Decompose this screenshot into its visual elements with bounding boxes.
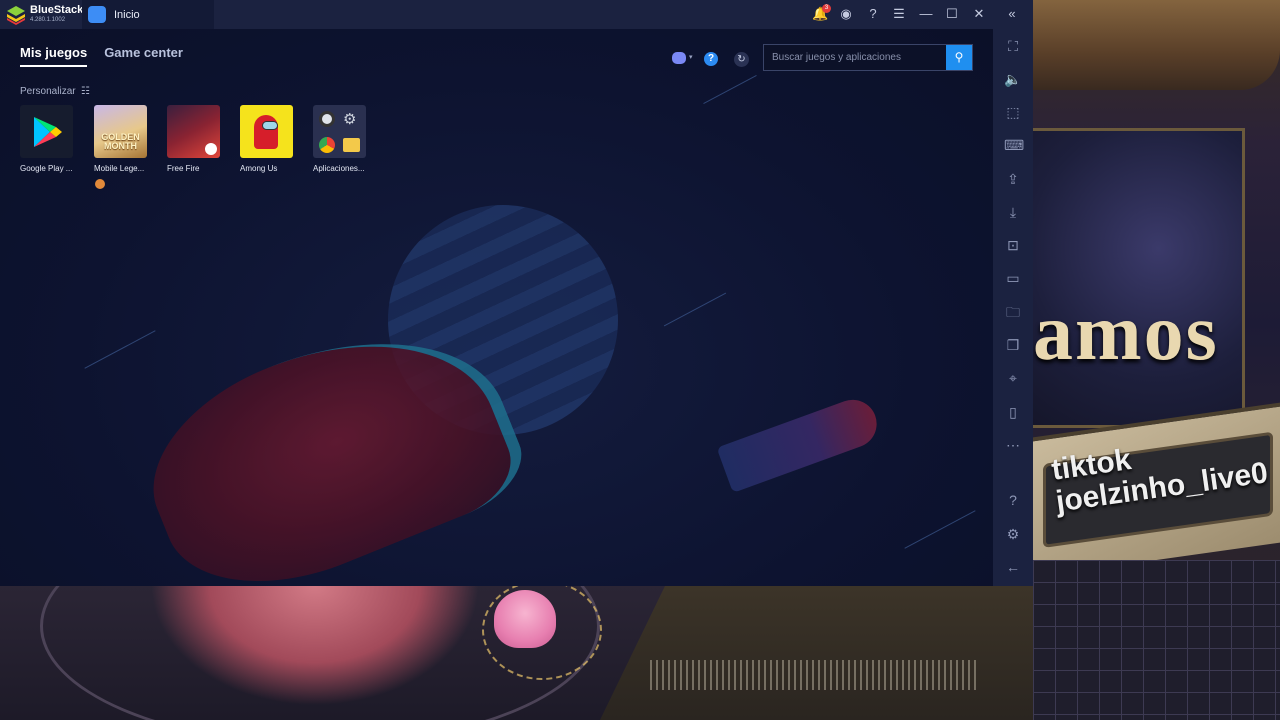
stream-overlay-right: amos tiktok joelzinho_live0 <box>1033 0 1280 720</box>
update-badge <box>95 179 105 189</box>
notification-badge: 3 <box>822 4 831 13</box>
minimize-icon[interactable]: — <box>918 6 934 22</box>
chevron-down-icon[interactable]: ▾ <box>689 53 693 61</box>
media-import-icon[interactable]: ⤓ <box>1004 203 1022 221</box>
cursor-icon[interactable]: ⬚ <box>1004 103 1022 121</box>
keyboard-controls-icon[interactable]: ⌨ <box>1004 136 1024 154</box>
search-input[interactable] <box>764 45 946 70</box>
bluestacks-window: BlueStacks 4.280.1.1002 Inicio 🔔 3 ◉ ? ☰… <box>0 0 1033 586</box>
customize-icon[interactable]: ☷ <box>81 86 90 97</box>
grid-decoration <box>1033 560 1280 720</box>
close-icon[interactable]: ✕ <box>971 6 987 22</box>
system-apps-folder-icon: ⚙ <box>313 105 366 158</box>
tab-home-label: Inicio <box>114 9 140 21</box>
home-icon <box>88 6 106 23</box>
settings-icon[interactable]: ⚙ <box>1004 525 1022 543</box>
title-bar: BlueStacks 4.280.1.1002 Inicio 🔔 3 ◉ ? ☰… <box>0 0 1033 29</box>
nav-tabs: Mis juegos Game center <box>20 45 183 67</box>
tab-game-center[interactable]: Game center <box>104 45 183 67</box>
account-icon[interactable]: ◉ <box>838 6 854 22</box>
app-tile-google-play[interactable]: Google Play ... <box>20 105 75 173</box>
tentacles-decoration <box>150 586 480 706</box>
tab-my-games[interactable]: Mis juegos <box>20 45 88 67</box>
small-spaceship-art <box>716 393 884 493</box>
folder-icon[interactable]: 🗀 <box>1004 303 1022 321</box>
record-icon[interactable]: ▭ <box>1004 269 1022 287</box>
back-icon[interactable]: ← <box>1004 558 1022 576</box>
location-icon[interactable]: ⌖ <box>1004 369 1022 387</box>
app-label: Among Us <box>240 164 278 173</box>
app-label: Aplicaciones... <box>313 164 365 173</box>
refresh-icon[interactable]: ↻ <box>734 52 749 67</box>
among-us-icon <box>240 105 293 158</box>
free-fire-icon <box>167 105 220 158</box>
discord-icon[interactable] <box>672 52 686 64</box>
app-tile-free-fire[interactable]: Free Fire <box>167 105 222 173</box>
search-icon[interactable]: ⚲ <box>946 45 972 70</box>
tab-home[interactable]: Inicio <box>82 0 214 29</box>
multi-instance-icon[interactable]: ❐ <box>1004 336 1022 354</box>
maximize-icon[interactable]: ☐ <box>944 6 960 22</box>
install-apk-icon[interactable]: ⇪ <box>1004 170 1022 188</box>
fullscreen-icon[interactable]: ⛶ <box>1004 37 1022 55</box>
nebula-frame <box>1033 128 1245 428</box>
app-tile-system-apps[interactable]: ⚙ Aplicaciones... <box>313 105 368 173</box>
search-box: ⚲ <box>763 44 973 71</box>
customize-link[interactable]: Personalizar <box>20 86 76 97</box>
banner-text: GOLDEN MONTH <box>101 132 140 151</box>
help-icon[interactable]: ? <box>865 6 881 22</box>
app-tile-mobile-legends[interactable]: GOLDEN MONTH Mobile Lege... <box>94 105 149 189</box>
home-screen: Mis juegos Game center ▾ ? ↻ ⚲ Personali… <box>0 29 993 586</box>
audio-bars <box>650 660 980 690</box>
star-streak <box>84 330 156 369</box>
banner-word: amos <box>1033 289 1219 377</box>
scroll-decoration <box>1033 0 1280 90</box>
audio-panel <box>600 586 1033 720</box>
app-name: BlueStacks <box>30 4 90 16</box>
app-label: Free Fire <box>167 164 200 173</box>
star-streak <box>904 510 976 549</box>
app-label: Mobile Lege... <box>94 164 145 173</box>
star-streak <box>663 292 727 327</box>
mobile-legends-icon: GOLDEN MONTH <box>94 105 147 158</box>
stream-overlay-bottom <box>0 586 1033 720</box>
shake-icon[interactable]: ▯ <box>1004 403 1022 421</box>
octopus-mascot <box>494 590 556 648</box>
app-label: Google Play ... <box>20 164 73 173</box>
collapse-sidebar-icon[interactable]: « <box>1004 6 1020 22</box>
screenshot-icon[interactable]: ⊡ <box>1004 236 1022 254</box>
app-tile-among-us[interactable]: Among Us <box>240 105 295 173</box>
volume-icon[interactable]: 🔈 <box>1004 70 1022 88</box>
app-version: 4.280.1.1002 <box>30 17 66 23</box>
google-play-icon <box>20 105 73 158</box>
help-icon[interactable]: ? <box>1004 491 1022 509</box>
help-button[interactable]: ? <box>704 52 718 66</box>
star-streak <box>703 74 757 105</box>
right-toolbar: ⛶ 🔈 ⬚ ⌨ ⇪ ⤓ ⊡ ▭ 🗀 ❐ ⌖ ▯ ⋯ ? ⚙ ← <box>993 29 1033 586</box>
more-icon[interactable]: ⋯ <box>1004 436 1022 454</box>
menu-icon[interactable]: ☰ <box>891 6 907 22</box>
bluestacks-logo-icon <box>7 6 25 25</box>
